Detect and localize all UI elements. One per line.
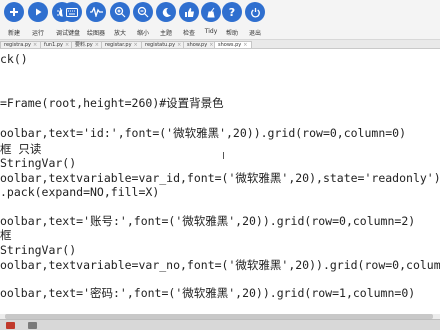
broom-icon <box>201 2 221 22</box>
close-icon[interactable]: × <box>95 42 99 48</box>
close-icon[interactable]: × <box>134 42 138 48</box>
plus-icon <box>4 2 24 22</box>
keyboard-icon <box>62 2 82 22</box>
tab-registra[interactable]: registra.py × <box>0 41 43 48</box>
tab-label: fun1.py <box>44 42 64 48</box>
tab-label: shows.py <box>218 42 242 48</box>
taskbar <box>0 319 440 330</box>
close-icon[interactable]: × <box>209 42 213 48</box>
tab-label: registra.py <box>4 42 31 48</box>
tab-label: 要料.py <box>75 42 93 48</box>
quit-label: 退出 <box>248 30 261 37</box>
tab-label: show.py <box>187 42 208 48</box>
code-line: ck() <box>0 52 28 66</box>
tab-label: registar.py <box>105 42 132 48</box>
code-line: .pack(expand=NO,fill=X) <box>0 185 160 199</box>
app-icon[interactable] <box>28 322 37 329</box>
toolbar: 新建 运行 调试 键盘 绘图器 放大 缩小 主题 检查 Tidy ? 帮助 退出 <box>0 0 440 40</box>
code-line: oolbar,text='id:',font=('微软雅黑',20)).grid… <box>0 126 407 140</box>
code-line: =Frame(root,height=260)#设置背景色 <box>0 96 224 110</box>
power-icon <box>245 2 265 22</box>
quit-button[interactable]: 退出 <box>243 2 267 40</box>
code-line: oolbar,text='密码:',font=('微软雅黑',20)).grid… <box>0 286 416 300</box>
play-icon <box>28 2 48 22</box>
close-icon[interactable]: × <box>33 42 37 48</box>
close-icon[interactable]: × <box>243 42 247 48</box>
tab-fun1[interactable]: fun1.py × <box>40 41 75 48</box>
app-icon[interactable] <box>6 322 15 329</box>
text-cursor <box>223 152 224 159</box>
thumbs-up-icon <box>179 2 199 22</box>
tab-shows[interactable]: shows.py × <box>214 41 253 48</box>
editor-tabs: registra.py × fun1.py × 要料.py × registar.py… <box>0 40 440 49</box>
zoom-in-icon <box>110 2 130 22</box>
close-icon[interactable]: × <box>65 42 69 48</box>
code-line: oolbar,textvariable=var_no,font=('微软雅黑',… <box>0 258 440 272</box>
tab-label: registatu.py <box>145 42 176 48</box>
moon-icon <box>156 2 176 22</box>
zoom-out-icon <box>133 2 153 22</box>
code-editor[interactable]: ck() =Frame(root,height=260)#设置背景色 oolba… <box>0 50 440 314</box>
code-line: oolbar,text='账号:',font=('微软雅黑',20)).grid… <box>0 214 416 228</box>
tab-registatu[interactable]: registatu.py × <box>141 41 187 48</box>
tab-registar[interactable]: registar.py × <box>101 41 143 48</box>
close-icon[interactable]: × <box>177 42 181 48</box>
wave-icon <box>86 2 106 22</box>
help-icon: ? <box>222 2 242 22</box>
tab-yaoliao[interactable]: 要料.py × <box>71 41 104 48</box>
